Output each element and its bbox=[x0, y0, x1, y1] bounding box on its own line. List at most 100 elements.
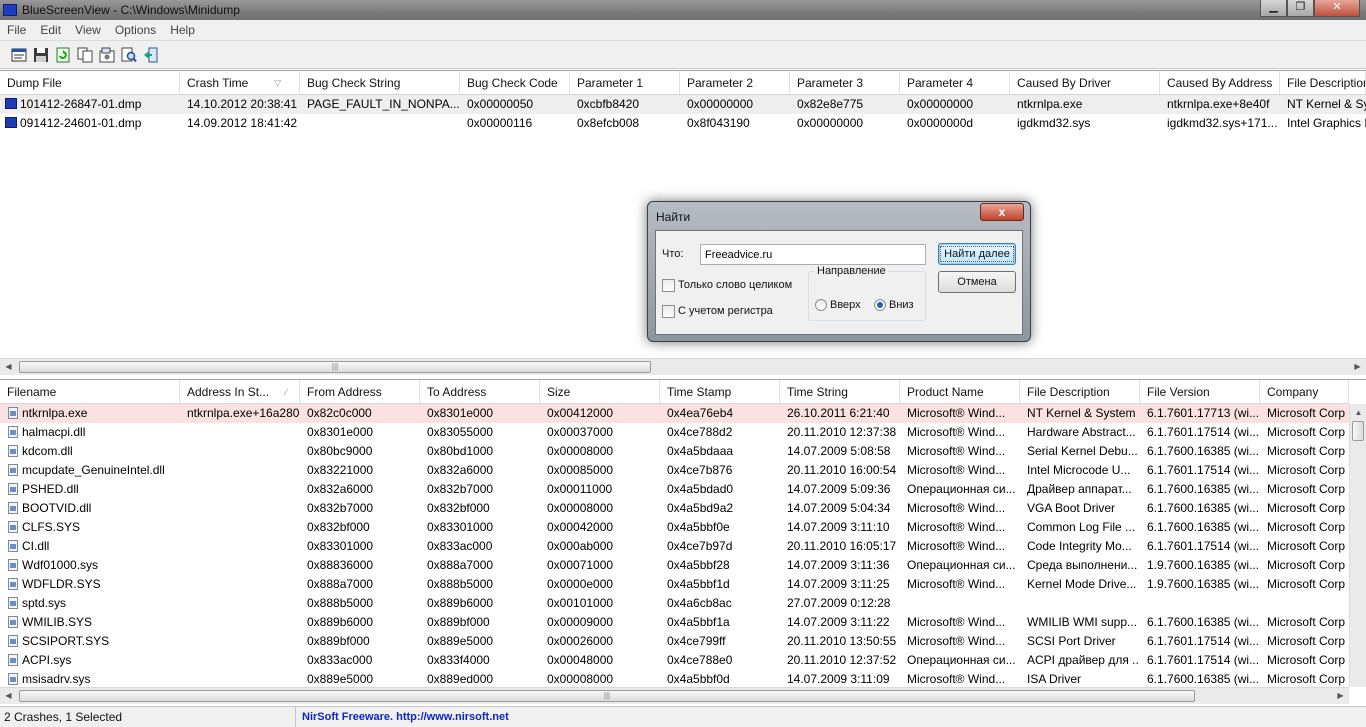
menu-file[interactable]: File bbox=[0, 23, 33, 37]
driver-row[interactable]: CI.dll 0x83301000 0x833ac000 0x000ab000 0x4c… bbox=[0, 537, 1349, 556]
direction-up-radio[interactable] bbox=[815, 299, 827, 311]
driver-row[interactable]: SCSIPORT.SYS 0x889bf000 0x889e5000 0x000260… bbox=[0, 632, 1349, 651]
driver-list-vscrollbar[interactable]: ▲ bbox=[1349, 404, 1366, 687]
save-button[interactable] bbox=[30, 44, 52, 66]
driver-row[interactable]: msisadrv.sys 0x889e5000 0x889ed000 0x000080… bbox=[0, 670, 1349, 687]
direction-down-radio[interactable] bbox=[874, 299, 886, 311]
scroll-left-icon[interactable]: ◀ bbox=[0, 688, 17, 705]
col-product-name[interactable]: Product Name bbox=[900, 380, 1020, 403]
table-cell: 14.07.2009 3:11:36 bbox=[787, 558, 890, 572]
scroll-thumb[interactable]: ||| bbox=[19, 690, 1195, 702]
table-cell: 0x832a6000 bbox=[307, 482, 374, 496]
exit-icon bbox=[144, 47, 158, 62]
whole-word-label: Только слово целиком bbox=[678, 279, 793, 291]
find-next-button[interactable]: Найти далее bbox=[938, 243, 1016, 265]
nirsoft-link[interactable]: NirSoft Freeware. http://www.nirsoft.net bbox=[296, 711, 509, 723]
table-cell: Операционная си... bbox=[907, 653, 1016, 667]
match-case-checkbox[interactable] bbox=[662, 305, 675, 318]
options-button[interactable] bbox=[96, 44, 118, 66]
crash-row[interactable]: 101412-26847-01.dmp 14.10.2012 20:38:41 PA… bbox=[0, 95, 1366, 114]
col-caused-by-driver[interactable]: Caused By Driver bbox=[1010, 71, 1160, 94]
crash-list-rows: 101412-26847-01.dmp 14.10.2012 20:38:41 PA… bbox=[0, 95, 1366, 133]
minimize-button[interactable]: ▁ bbox=[1260, 0, 1287, 17]
col-to-address[interactable]: To Address bbox=[420, 380, 540, 403]
scroll-right-icon[interactable]: ▶ bbox=[1349, 359, 1366, 376]
driver-row[interactable]: BOOTVID.dll 0x832b7000 0x832bf000 0x0000800… bbox=[0, 499, 1349, 518]
table-cell: 20.11.2010 16:05:17 bbox=[787, 539, 897, 553]
col-crash-time[interactable]: Crash Time ▽ bbox=[180, 71, 300, 94]
table-cell: igdkmd32.sys+171... bbox=[1167, 116, 1278, 130]
direction-down-label: Вниз bbox=[889, 299, 914, 311]
find-dialog-close-button[interactable]: x bbox=[980, 203, 1024, 221]
table-cell: 0x889ed000 bbox=[427, 672, 494, 686]
menu-bar: File Edit View Options Help bbox=[0, 20, 1366, 41]
crash-row[interactable]: 091412-24601-01.dmp 14.09.2012 18:41:42 0x… bbox=[0, 114, 1366, 133]
find-what-input[interactable] bbox=[700, 244, 926, 265]
table-cell: 6.1.7601.17514 (wi... bbox=[1147, 463, 1260, 477]
refresh-button[interactable] bbox=[52, 44, 74, 66]
maximize-button[interactable]: ❐ bbox=[1287, 0, 1314, 17]
col-file-description[interactable]: File Description bbox=[1280, 71, 1366, 94]
table-cell: 0x0000000d bbox=[907, 116, 974, 130]
driver-row[interactable]: CLFS.SYS 0x832bf000 0x83301000 0x00042000 0x… bbox=[0, 518, 1349, 537]
col-filename[interactable]: Filename bbox=[0, 380, 180, 403]
close-window-button[interactable]: ✕ bbox=[1314, 0, 1360, 17]
scroll-left-icon[interactable]: ◀ bbox=[0, 359, 17, 376]
properties-button[interactable] bbox=[8, 44, 30, 66]
col-time-stamp[interactable]: Time Stamp bbox=[660, 380, 780, 403]
col-caused-by-address[interactable]: Caused By Address bbox=[1160, 71, 1280, 94]
col-bug-check-code[interactable]: Bug Check Code bbox=[460, 71, 570, 94]
driver-row[interactable]: mcupdate_GenuineIntel.dll 0x83221000 0x832… bbox=[0, 461, 1349, 480]
col-company[interactable]: Company bbox=[1260, 380, 1349, 403]
find-button[interactable] bbox=[118, 44, 140, 66]
col-bug-check-string[interactable]: Bug Check String bbox=[300, 71, 460, 94]
driver-list-hscrollbar[interactable]: ◀ ||| ▶ bbox=[0, 687, 1349, 704]
driver-row[interactable]: sptd.sys 0x888b5000 0x889b6000 0x00101000 0x… bbox=[0, 594, 1349, 613]
driver-row[interactable]: Wdf01000.sys 0x88836000 0x888a7000 0x000710… bbox=[0, 556, 1349, 575]
menu-options[interactable]: Options bbox=[108, 23, 163, 37]
driver-row[interactable]: kdcom.dll 0x80bc9000 0x80bd1000 0x00008000 0… bbox=[0, 442, 1349, 461]
exit-button[interactable] bbox=[140, 44, 162, 66]
col-dump-file[interactable]: Dump File bbox=[0, 71, 180, 94]
table-cell: Microsoft Corp bbox=[1267, 482, 1346, 496]
col-size[interactable]: Size bbox=[540, 380, 660, 403]
find-icon bbox=[121, 47, 137, 62]
menu-help[interactable]: Help bbox=[163, 23, 202, 37]
driver-row[interactable]: halmacpi.dll 0x8301e000 0x83055000 0x000370… bbox=[0, 423, 1349, 442]
table-cell: 0x4ce7b876 bbox=[667, 463, 733, 477]
vscroll-thumb[interactable] bbox=[1352, 421, 1364, 441]
table-cell: 0xcbfb8420 bbox=[577, 97, 640, 111]
table-cell: ntkrnlpa.exe+8e40f bbox=[1167, 97, 1270, 111]
cell-filename: PSHED.dll bbox=[0, 480, 180, 499]
col-time-string[interactable]: Time String bbox=[780, 380, 900, 403]
table-cell: 0x00008000 bbox=[547, 501, 614, 515]
col-parameter-4[interactable]: Parameter 4 bbox=[900, 71, 1010, 94]
menu-view[interactable]: View bbox=[68, 23, 108, 37]
col-file-version[interactable]: File Version bbox=[1140, 380, 1260, 403]
col-address-in-stack-label: Address In St... bbox=[187, 385, 270, 399]
col-parameter-3[interactable]: Parameter 3 bbox=[790, 71, 900, 94]
scroll-right-icon[interactable]: ▶ bbox=[1332, 688, 1349, 705]
table-cell: 0x00026000 bbox=[547, 634, 614, 648]
driver-row[interactable]: ntkrnlpa.exe ntkrnlpa.exe+16a280 0x82c0c00… bbox=[0, 404, 1349, 423]
scroll-thumb[interactable]: ||| bbox=[19, 361, 651, 373]
table-cell: 0x83301000 bbox=[427, 520, 494, 534]
menu-edit[interactable]: Edit bbox=[33, 23, 68, 37]
whole-word-checkbox[interactable] bbox=[662, 279, 675, 292]
driver-row[interactable]: PSHED.dll 0x832a6000 0x832b7000 0x00011000 0… bbox=[0, 480, 1349, 499]
driver-row[interactable]: WMILIB.SYS 0x889b6000 0x889bf000 0x00009000… bbox=[0, 613, 1349, 632]
col-parameter-2[interactable]: Parameter 2 bbox=[680, 71, 790, 94]
find-next-label: Найти далее bbox=[940, 246, 1014, 262]
cell-filename: WMILIB.SYS bbox=[0, 613, 180, 632]
crash-list-hscrollbar[interactable]: ◀ ||| ▶ bbox=[0, 358, 1366, 375]
scroll-up-icon[interactable]: ▲ bbox=[1350, 404, 1366, 421]
col-parameter-1[interactable]: Parameter 1 bbox=[570, 71, 680, 94]
col-file-description[interactable]: File Description bbox=[1020, 380, 1140, 403]
driver-row[interactable]: ACPI.sys 0x833ac000 0x833f4000 0x00048000 0x… bbox=[0, 651, 1349, 670]
copy-button[interactable] bbox=[74, 44, 96, 66]
find-cancel-button[interactable]: Отмена bbox=[938, 271, 1016, 293]
col-address-in-stack[interactable]: Address In St... ⁄ bbox=[180, 380, 300, 403]
driver-row[interactable]: WDFLDR.SYS 0x888a7000 0x888b5000 0x0000e000… bbox=[0, 575, 1349, 594]
col-from-address[interactable]: From Address bbox=[300, 380, 420, 403]
table-cell: 0x8efcb008 bbox=[577, 116, 640, 130]
